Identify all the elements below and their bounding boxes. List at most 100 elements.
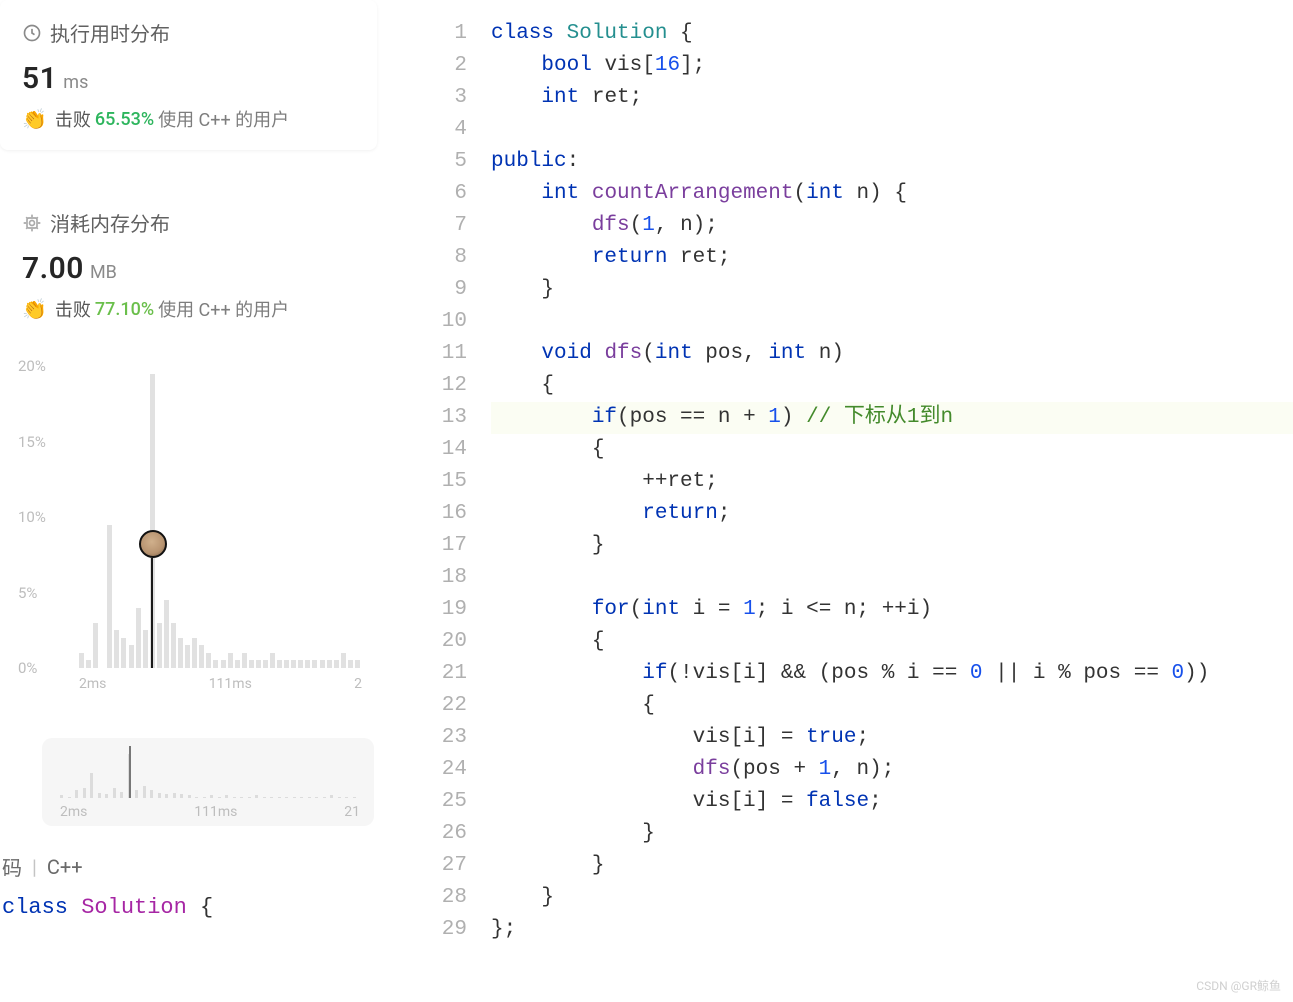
mini-chart-bar[interactable] (90, 773, 93, 798)
chart-bar[interactable] (228, 653, 233, 668)
mini-chart-bar[interactable] (225, 795, 228, 798)
code-line[interactable]: }; (491, 914, 1293, 946)
chart-bar[interactable] (256, 660, 261, 668)
chart-bar[interactable] (249, 660, 254, 668)
mini-chart-bar[interactable] (68, 797, 71, 798)
chart-bar[interactable] (86, 660, 91, 668)
mini-chart-bar[interactable] (195, 797, 198, 798)
code-line[interactable] (491, 562, 1293, 594)
mini-chart-bar[interactable] (300, 797, 303, 798)
mini-chart-bar[interactable] (173, 793, 176, 798)
mini-chart-bar[interactable] (353, 797, 356, 798)
code-line[interactable]: { (491, 370, 1293, 402)
chart-bar[interactable] (157, 623, 162, 668)
mini-chart-bar[interactable] (255, 795, 258, 798)
mini-chart-bar[interactable] (270, 797, 273, 798)
chart-bar[interactable] (178, 638, 183, 668)
runtime-card[interactable]: 执行用时分布 51 ms 👏 击败 65.53% 使用 C++ 的用户 (0, 0, 377, 150)
chart-bar[interactable] (291, 660, 296, 668)
code-line[interactable]: { (491, 434, 1293, 466)
mini-chart-bar[interactable] (98, 793, 101, 798)
mini-chart-bar[interactable] (218, 797, 221, 798)
brush-marker[interactable] (129, 746, 131, 798)
mini-chart-bar[interactable] (338, 797, 341, 798)
code-line[interactable]: } (491, 850, 1293, 882)
mini-chart-bar[interactable] (60, 795, 63, 798)
chart-bar[interactable] (298, 660, 303, 668)
code-line[interactable]: for(int i = 1; i <= n; ++i) (491, 594, 1293, 626)
code-line[interactable]: { (491, 626, 1293, 658)
code-line[interactable]: bool vis[16]; (491, 50, 1293, 82)
mini-chart-bar[interactable] (285, 797, 288, 798)
chart-bar[interactable] (320, 660, 325, 668)
code-line[interactable]: public: (491, 146, 1293, 178)
chart-bar[interactable] (341, 653, 346, 668)
code-line[interactable]: } (491, 818, 1293, 850)
chart-bar[interactable] (199, 645, 204, 668)
mini-chart-bar[interactable] (233, 797, 236, 798)
code-line[interactable]: } (491, 274, 1293, 306)
chart-bar[interactable] (129, 645, 134, 668)
chart-bar[interactable] (221, 660, 226, 668)
code-line[interactable]: if(!vis[i] && (pos % i == 0 || i % pos =… (491, 658, 1293, 690)
chart-bar[interactable] (121, 638, 126, 668)
mini-chart-bar[interactable] (188, 795, 191, 798)
chart-bar[interactable] (164, 600, 169, 668)
code-line[interactable]: int countArrangement(int n) { (491, 178, 1293, 210)
language-label[interactable]: C++ (47, 855, 83, 879)
chart-bar[interactable] (312, 660, 317, 668)
mini-chart-bar[interactable] (263, 797, 266, 798)
mini-chart-bar[interactable] (158, 793, 161, 798)
chart-brush[interactable]: 2ms111ms21 (42, 738, 374, 826)
chart-marker[interactable] (151, 558, 153, 668)
code-line[interactable]: void dfs(int pos, int n) (491, 338, 1293, 370)
mini-chart-bar[interactable] (210, 795, 213, 798)
mini-chart-bar[interactable] (315, 797, 318, 798)
chart-bar[interactable] (327, 660, 332, 668)
code-line[interactable]: return ret; (491, 242, 1293, 274)
mini-chart-bar[interactable] (293, 797, 296, 798)
chart-bar[interactable] (284, 660, 289, 668)
chart-bar[interactable] (171, 623, 176, 668)
code-line[interactable]: vis[i] = true; (491, 722, 1293, 754)
chart-bar[interactable] (206, 653, 211, 668)
chart-bar[interactable] (192, 638, 197, 668)
code-line[interactable]: dfs(1, n); (491, 210, 1293, 242)
mini-chart-bar[interactable] (345, 797, 348, 798)
code-editor[interactable]: 1234567891011121314151617181920212223242… (393, 0, 1293, 1002)
code-line[interactable]: return; (491, 498, 1293, 530)
code-line[interactable]: { (491, 690, 1293, 722)
code-line[interactable]: } (491, 882, 1293, 914)
chart-bar[interactable] (93, 623, 98, 668)
chart-bar[interactable] (242, 653, 247, 668)
chart-bar[interactable] (185, 645, 190, 668)
mini-chart-bar[interactable] (240, 797, 243, 798)
chart-bar[interactable] (136, 608, 141, 668)
mini-chart-bar[interactable] (323, 797, 326, 798)
chart-bar[interactable] (277, 660, 282, 668)
mini-chart-bar[interactable] (120, 792, 123, 799)
code-line[interactable]: } (491, 530, 1293, 562)
chart-bar[interactable] (270, 653, 275, 668)
chart-bar[interactable] (213, 660, 218, 668)
mini-chart-bar[interactable] (203, 797, 206, 798)
runtime-distribution-chart[interactable]: 0%5%10%15%20% 2ms111ms2 (24, 366, 374, 726)
code-line[interactable]: ++ret; (491, 466, 1293, 498)
mini-chart-bar[interactable] (75, 790, 78, 798)
mini-chart-bar[interactable] (330, 795, 333, 798)
mini-chart-bar[interactable] (113, 788, 116, 798)
code-line[interactable]: if(pos == n + 1) // 下标从1到n (491, 402, 1293, 434)
code-line[interactable] (491, 114, 1293, 146)
code-line[interactable] (491, 306, 1293, 338)
chart-bar[interactable] (79, 653, 84, 668)
mini-chart-bar[interactable] (143, 786, 146, 798)
code-line[interactable]: class Solution { (491, 18, 1293, 50)
memory-card[interactable]: 消耗内存分布 7.00 MB 👏 击败 77.10% 使用 C++ 的用户 (0, 190, 377, 340)
mini-chart-bar[interactable] (83, 788, 86, 798)
code-line[interactable]: int ret; (491, 82, 1293, 114)
mini-chart-bar[interactable] (308, 797, 311, 798)
chart-bar[interactable] (143, 630, 148, 668)
chart-bar[interactable] (107, 525, 112, 668)
mini-chart-bar[interactable] (278, 797, 281, 798)
mini-chart-bar[interactable] (165, 794, 168, 798)
